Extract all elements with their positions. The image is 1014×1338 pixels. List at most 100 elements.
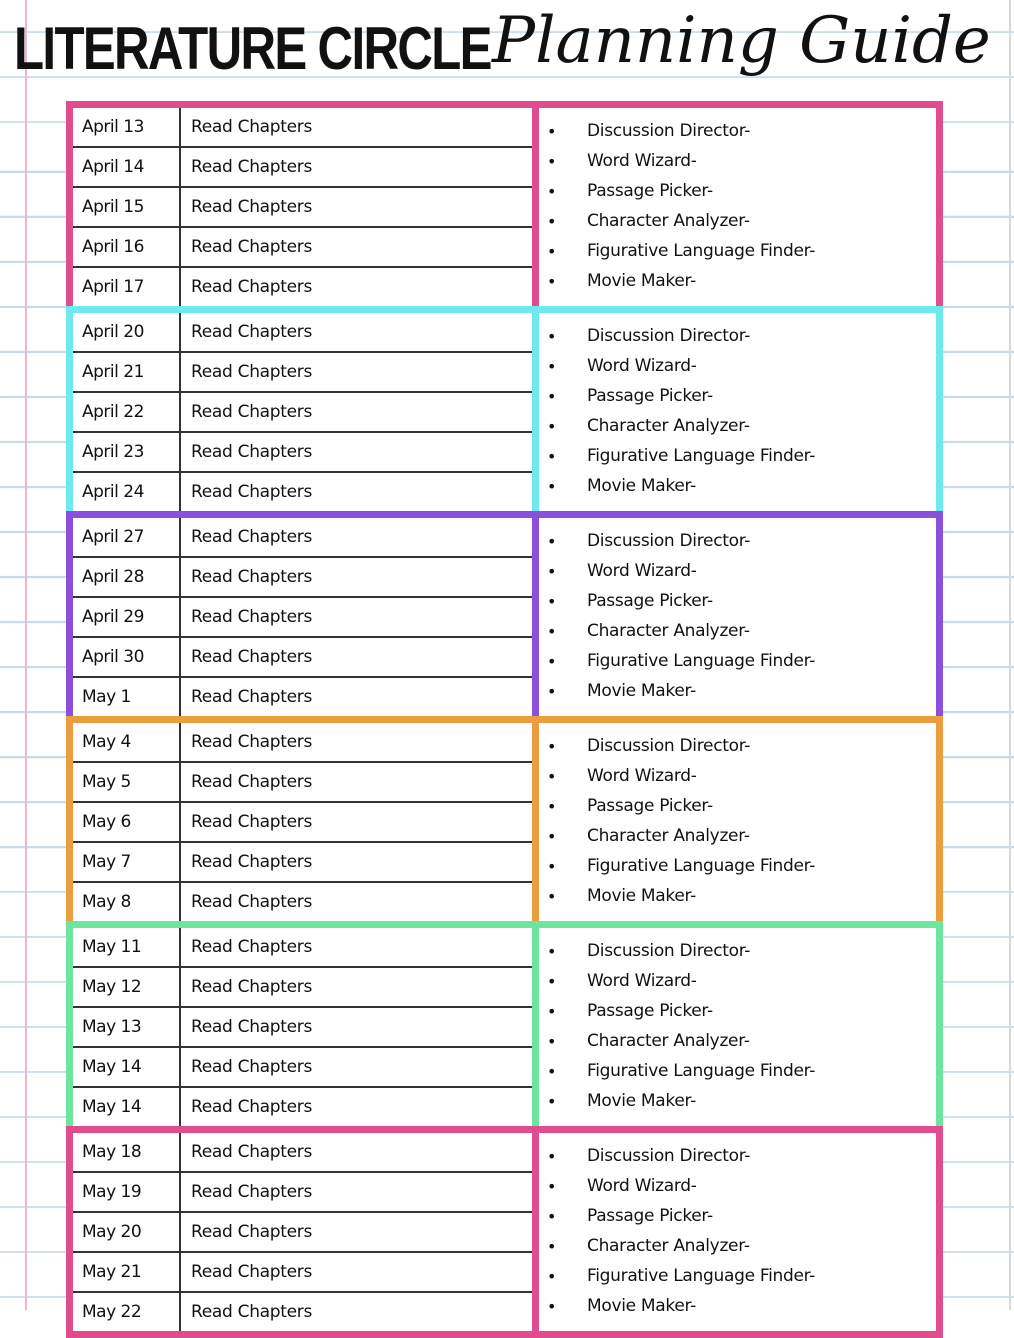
date-cell: April 15 [73, 188, 181, 226]
bullet-icon: • [547, 1296, 557, 1316]
role-label: Character Analyzer- [587, 621, 750, 641]
week-block: May 4 Read Chapters May 5 Read Chapters May … [66, 716, 943, 928]
date-cell: May 12 [73, 968, 181, 1006]
table-row: May 21 Read Chapters [73, 1253, 532, 1293]
bullet-icon: • [547, 386, 557, 406]
bullet-icon: • [547, 1146, 557, 1166]
role-item: • Discussion Director- [539, 116, 936, 146]
role-item: • Discussion Director- [539, 1141, 936, 1171]
date-cell: April 27 [73, 518, 181, 556]
table-row: April 29 Read Chapters [73, 598, 532, 638]
role-item: • Discussion Director- [539, 321, 936, 351]
task-cell: Read Chapters [191, 1057, 313, 1077]
date-cell: April 23 [73, 433, 181, 471]
task-cell: Read Chapters [191, 322, 313, 342]
task-cell: Read Chapters [191, 1097, 313, 1117]
role-item: • Movie Maker- [539, 676, 936, 706]
role-label: Character Analyzer- [587, 1031, 750, 1051]
task-cell: Read Chapters [191, 237, 313, 257]
date-cell: May 14 [73, 1048, 181, 1086]
role-item: • Figurative Language Finder- [539, 851, 936, 881]
role-label: Character Analyzer- [587, 416, 750, 436]
role-label: Word Wizard- [587, 1176, 697, 1196]
task-cell: Read Chapters [191, 197, 313, 217]
bullet-icon: • [547, 736, 557, 756]
table-row: May 14 Read Chapters [73, 1048, 532, 1088]
role-item: • Movie Maker- [539, 881, 936, 911]
bullet-icon: • [547, 971, 557, 991]
role-label: Passage Picker- [587, 181, 713, 201]
title-block-text: LITERATURE CIRCLE [14, 15, 492, 82]
role-label: Discussion Director- [587, 1146, 751, 1166]
table-row: May 18 Read Chapters [73, 1133, 532, 1173]
role-label: Character Analyzer- [587, 1236, 750, 1256]
task-cell: Read Chapters [191, 1222, 313, 1242]
role-label: Movie Maker- [587, 681, 696, 701]
column-divider [532, 723, 539, 921]
role-label: Discussion Director- [587, 941, 751, 961]
schedule-table: May 18 Read Chapters May 19 Read Chapters Ma… [73, 1133, 532, 1331]
column-divider [532, 518, 539, 716]
role-item: • Movie Maker- [539, 1291, 936, 1321]
role-item: • Word Wizard- [539, 1171, 936, 1201]
table-row: April 28 Read Chapters [73, 558, 532, 598]
role-label: Discussion Director- [587, 736, 751, 756]
bullet-icon: • [547, 1061, 557, 1081]
bullet-icon: • [547, 416, 557, 436]
bullet-icon: • [547, 826, 557, 846]
date-cell: May 14 [73, 1088, 181, 1126]
date-cell: April 30 [73, 638, 181, 676]
task-cell: Read Chapters [191, 1142, 313, 1162]
role-item: • Figurative Language Finder- [539, 1056, 936, 1086]
task-cell: Read Chapters [191, 647, 313, 667]
bullet-icon: • [547, 151, 557, 171]
role-item: • Movie Maker- [539, 266, 936, 296]
role-label: Word Wizard- [587, 561, 697, 581]
column-divider [532, 1133, 539, 1331]
date-cell: May 21 [73, 1253, 181, 1291]
table-row: May 8 Read Chapters [73, 883, 532, 921]
task-cell: Read Chapters [191, 567, 313, 587]
role-label: Figurative Language Finder- [587, 446, 816, 466]
role-item: • Movie Maker- [539, 471, 936, 501]
bullet-icon: • [547, 886, 557, 906]
role-item: • Character Analyzer- [539, 206, 936, 236]
column-divider [532, 313, 539, 511]
table-row: May 14 Read Chapters [73, 1088, 532, 1126]
role-label: Movie Maker- [587, 271, 696, 291]
role-label: Word Wizard- [587, 356, 697, 376]
role-label: Character Analyzer- [587, 826, 750, 846]
role-item: • Character Analyzer- [539, 411, 936, 441]
date-cell: May 7 [73, 843, 181, 881]
date-cell: April 28 [73, 558, 181, 596]
role-label: Discussion Director- [587, 326, 751, 346]
bullet-icon: • [547, 121, 557, 141]
task-cell: Read Chapters [191, 977, 313, 997]
date-cell: May 11 [73, 928, 181, 966]
task-cell: Read Chapters [191, 852, 313, 872]
bullet-icon: • [547, 1176, 557, 1196]
bullet-icon: • [547, 621, 557, 641]
role-item: • Passage Picker- [539, 1201, 936, 1231]
task-cell: Read Chapters [191, 482, 313, 502]
table-row: May 20 Read Chapters [73, 1213, 532, 1253]
role-item: • Figurative Language Finder- [539, 441, 936, 471]
date-cell: May 13 [73, 1008, 181, 1046]
role-label: Word Wizard- [587, 766, 697, 786]
date-cell: May 18 [73, 1133, 181, 1171]
bullet-icon: • [547, 651, 557, 671]
role-label: Figurative Language Finder- [587, 1061, 816, 1081]
schedule-table: May 11 Read Chapters May 12 Read Chapters Ma… [73, 928, 532, 1126]
role-label: Discussion Director- [587, 121, 751, 141]
roles-list: • Discussion Director- • Word Wizard- • Passa… [539, 723, 936, 921]
task-cell: Read Chapters [191, 402, 313, 422]
bullet-icon: • [547, 531, 557, 551]
task-cell: Read Chapters [191, 117, 313, 137]
role-label: Movie Maker- [587, 476, 696, 496]
table-row: April 20 Read Chapters [73, 313, 532, 353]
role-item: • Figurative Language Finder- [539, 646, 936, 676]
role-label: Movie Maker- [587, 1296, 696, 1316]
table-row: April 23 Read Chapters [73, 433, 532, 473]
date-cell: April 13 [73, 108, 181, 146]
column-divider [532, 108, 539, 306]
